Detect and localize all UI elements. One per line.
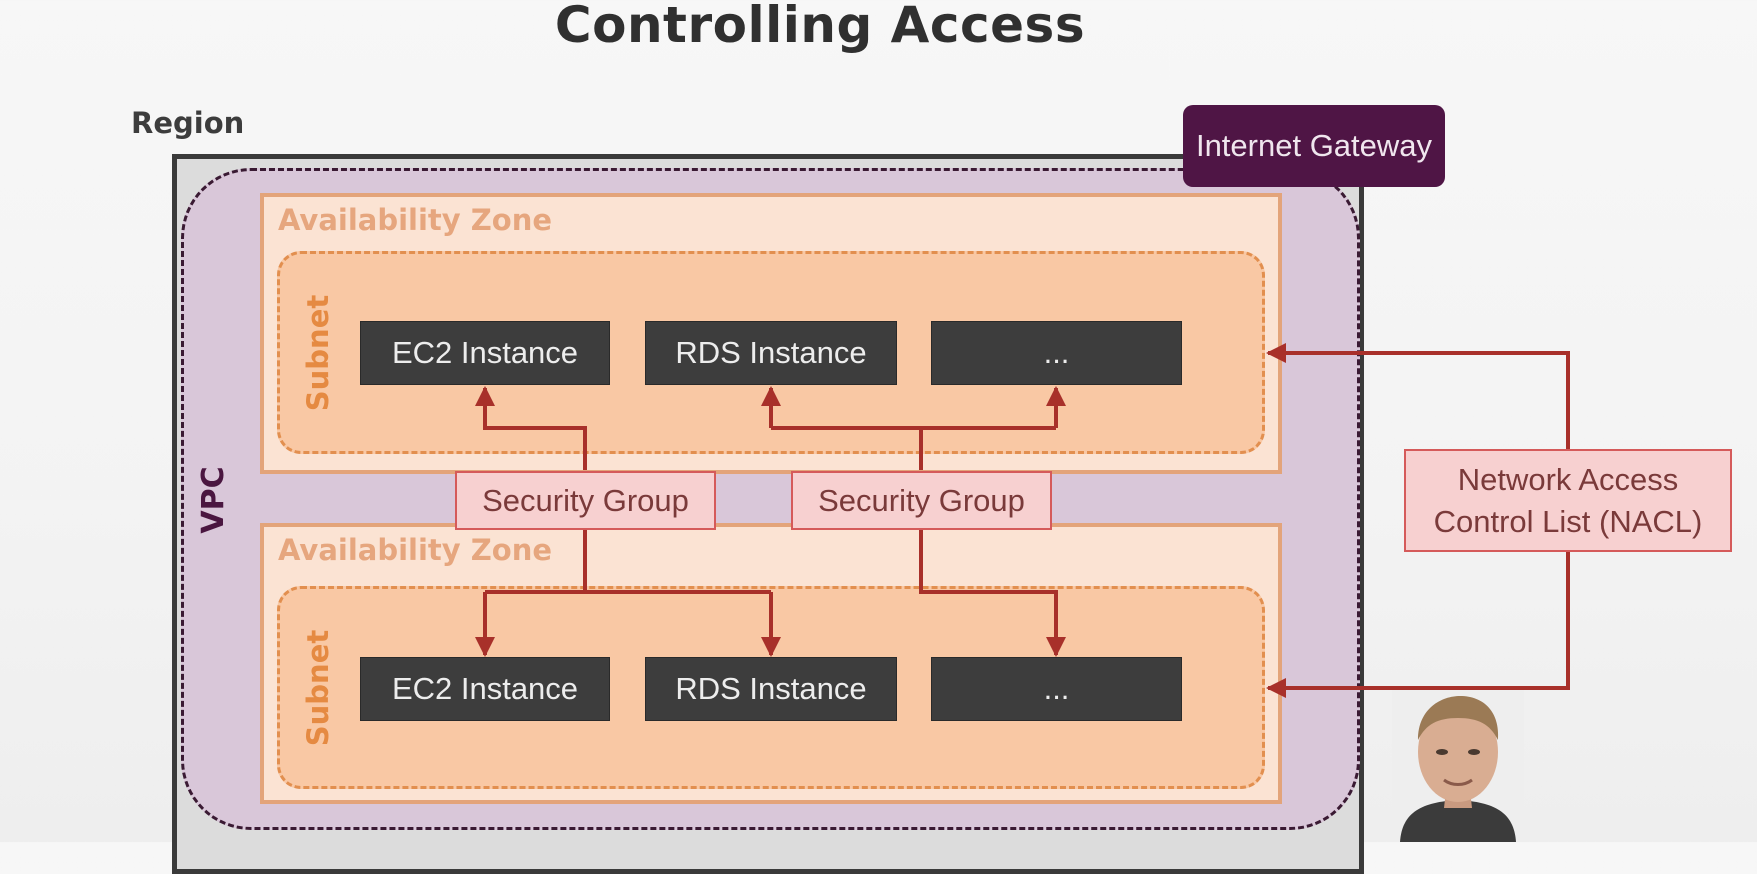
network-acl-box[interactable]: Network Access Control List (NACL) <box>1404 449 1732 552</box>
nacl-to-subnet2-arrow <box>1266 552 1570 698</box>
security-group-2[interactable]: Security Group <box>791 471 1052 530</box>
sg1-to-ec2-az1-arrow <box>475 386 587 470</box>
security-group-1[interactable]: Security Group <box>455 471 716 530</box>
nacl-to-subnet1-arrow <box>1266 343 1570 449</box>
presenter-webcam <box>1392 690 1524 842</box>
presenter-face-icon <box>1392 690 1524 842</box>
sg2-to-other-az2-arrow <box>919 530 1066 657</box>
internet-gateway-box[interactable]: Internet Gateway <box>1183 105 1445 187</box>
